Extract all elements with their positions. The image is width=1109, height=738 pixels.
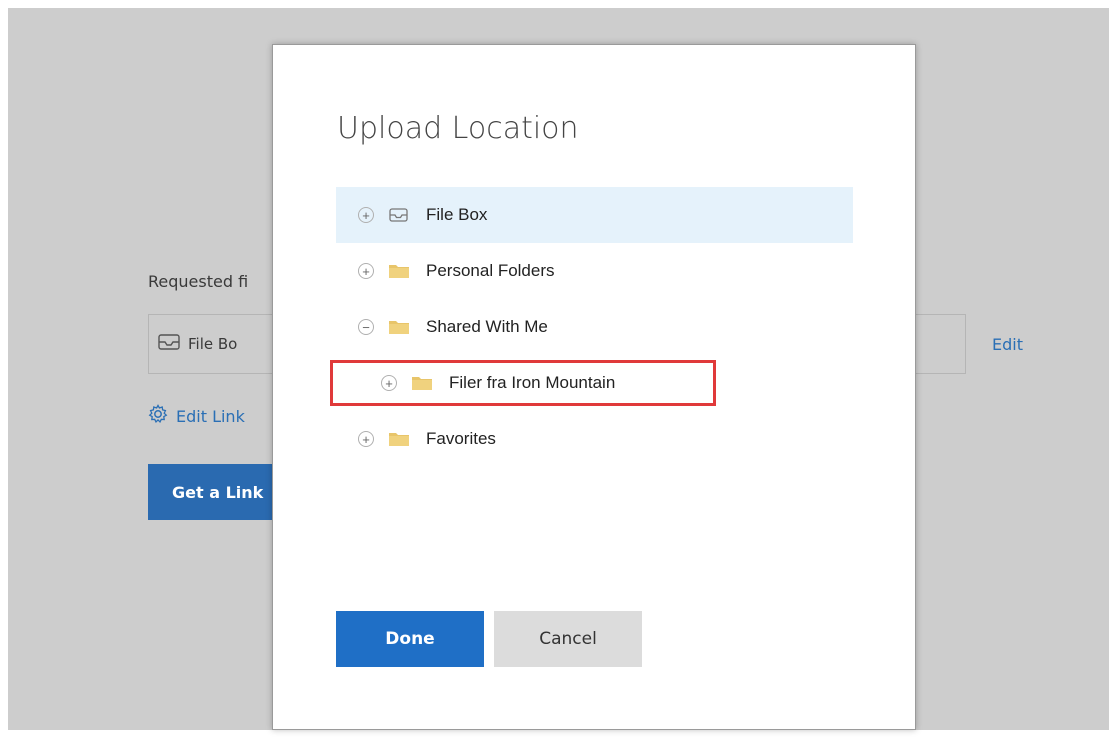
cancel-button[interactable]: Cancel [494, 611, 642, 667]
tree-item-file-box[interactable]: + File Box [336, 187, 853, 243]
folder-icon [411, 375, 433, 391]
done-button[interactable]: Done [336, 611, 484, 667]
upload-location-dialog: Upload Location + File Box + Personal Fo… [272, 44, 916, 730]
expand-icon[interactable]: + [358, 431, 374, 447]
tree-item-label: File Box [426, 205, 488, 224]
gear-icon [148, 404, 168, 428]
tree-item-label: Filer fra Iron Mountain [449, 373, 616, 392]
folder-icon [388, 431, 410, 447]
collapse-icon[interactable]: − [358, 319, 374, 335]
edit-link-label: Edit Link [176, 406, 245, 426]
expand-icon[interactable]: + [381, 375, 397, 391]
tree-item-label: Favorites [426, 429, 496, 448]
folder-icon [388, 263, 410, 279]
tree-item-label: Personal Folders [426, 261, 555, 280]
tree-item-personal-folders[interactable]: + Personal Folders [336, 243, 853, 299]
requested-files-label: Requested fi [148, 272, 249, 291]
tree-item-favorites[interactable]: + Favorites [336, 411, 853, 467]
inbox-icon [158, 334, 180, 354]
tree-item-label: Shared With Me [426, 317, 548, 336]
location-field-text: File Bo [188, 335, 238, 353]
edit-link-settings[interactable]: Edit Link [148, 404, 245, 428]
dialog-title: Upload Location [337, 111, 579, 146]
folder-tree: + File Box + Personal Folders − Shared W… [330, 187, 853, 467]
folder-icon [388, 319, 410, 335]
expand-icon[interactable]: + [358, 263, 374, 279]
tree-item-shared-with-me[interactable]: − Shared With Me [336, 299, 853, 355]
expand-icon[interactable]: + [358, 207, 374, 223]
edit-location-link[interactable]: Edit [992, 335, 1023, 354]
location-field-value: File Bo [158, 334, 237, 354]
inbox-icon [388, 207, 410, 223]
tree-item-filer-fra-iron-mountain[interactable]: + Filer fra Iron Mountain [330, 360, 716, 406]
